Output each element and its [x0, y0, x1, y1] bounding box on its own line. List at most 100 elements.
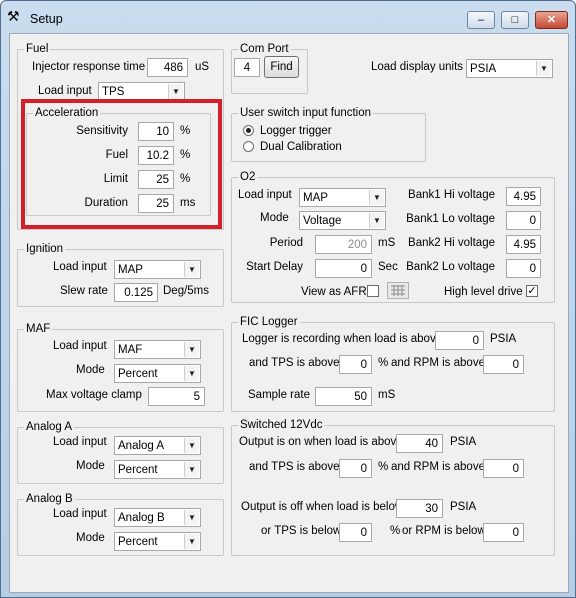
fuel-legend: Fuel [24, 42, 51, 56]
minimize-button[interactable]: – [467, 11, 495, 29]
period-input[interactable]: 200 [315, 235, 372, 254]
high-level-drive-label: High level drive [444, 286, 523, 298]
analog-a-load-input-select[interactable]: Analog A ▼ [114, 436, 201, 455]
fuel-load-input-value: TPS [102, 86, 125, 98]
bank1-lo-label: Bank1 Lo voltage [406, 213, 495, 225]
view-as-afr-label: View as AFR [301, 286, 367, 298]
sample-rate-label: Sample rate [248, 389, 311, 401]
period-label: Period [269, 237, 303, 249]
find-button[interactable]: Find [264, 56, 299, 78]
output-on-rpm-label: and RPM is above [391, 461, 485, 473]
logger-rpm-input[interactable]: 0 [483, 355, 524, 374]
slew-rate-unit: Deg/5ms [163, 285, 210, 297]
output-off-rpm-label: or RPM is below [402, 525, 486, 537]
period-unit: mS [378, 237, 396, 249]
ignition-load-input-value: MAP [118, 264, 143, 276]
chevron-down-icon: ▼ [184, 438, 199, 453]
analog-a-load-input-value: Analog A [118, 440, 165, 452]
logger-tps-label: and TPS is above [249, 357, 340, 369]
logger-recording-unit: PSIA [490, 333, 517, 345]
bank1-hi-input[interactable]: 4.95 [506, 187, 541, 206]
user-switch-legend: User switch input function [238, 106, 374, 120]
chevron-down-icon: ▼ [184, 262, 199, 277]
fic-logger-legend: FIC Logger [238, 315, 300, 329]
view-as-afr-checkbox[interactable] [367, 285, 379, 297]
o2-load-input-select[interactable]: MAP ▼ [299, 188, 386, 207]
logger-trigger-label: Logger trigger [260, 125, 332, 137]
sample-rate-input[interactable]: 50 [315, 387, 372, 406]
output-on-tps-input[interactable]: 0 [339, 459, 372, 478]
switched-12vdc-legend: Switched 12Vdc [238, 418, 325, 432]
analog-b-mode-select[interactable]: Percent ▼ [114, 532, 201, 551]
analog-b-mode-value: Percent [118, 536, 158, 548]
dual-calibration-radio[interactable] [243, 141, 254, 152]
maximize-button[interactable]: □ [501, 11, 529, 29]
maf-mode-select[interactable]: Percent ▼ [114, 364, 201, 383]
logger-trigger-radio[interactable] [243, 125, 254, 136]
output-on-rpm-input[interactable]: 0 [483, 459, 524, 478]
logger-tps-input[interactable]: 0 [339, 355, 372, 374]
bank2-lo-input[interactable]: 0 [506, 259, 541, 278]
tools-icon: ⚒ [7, 8, 20, 24]
setup-window: ⚒ Setup – □ ✕ Fuel Injector response tim… [0, 0, 576, 598]
analog-a-load-input-label: Load input [53, 436, 107, 448]
com-port-legend: Com Port [238, 42, 291, 56]
analog-a-mode-label: Mode [76, 460, 105, 472]
start-delay-input[interactable]: 0 [315, 259, 372, 278]
bank2-lo-label: Bank2 Lo voltage [406, 261, 495, 273]
maf-legend: MAF [24, 322, 53, 336]
injector-response-input[interactable]: 486 [147, 58, 188, 77]
bank1-lo-input[interactable]: 0 [506, 211, 541, 230]
analog-b-load-input-select[interactable]: Analog B ▼ [114, 508, 201, 527]
maf-load-input-value: MAF [118, 344, 143, 356]
fuel-load-input-label: Load input [38, 85, 92, 97]
analog-a-mode-value: Percent [118, 464, 158, 476]
dual-calibration-label: Dual Calibration [260, 141, 342, 153]
o2-mode-label: Mode [260, 212, 289, 224]
load-display-units-select[interactable]: PSIA ▼ [466, 59, 553, 78]
analog-b-legend: Analog B [24, 492, 75, 506]
max-voltage-clamp-label: Max voltage clamp [46, 389, 142, 401]
high-level-drive-checkbox[interactable]: ✓ [526, 285, 538, 297]
close-button[interactable]: ✕ [535, 11, 568, 29]
com-port-input[interactable]: 4 [234, 58, 260, 77]
output-off-input[interactable]: 30 [396, 499, 443, 518]
analog-b-load-input-label: Load input [53, 508, 107, 520]
injector-response-label: Injector response time [32, 61, 146, 73]
analog-a-mode-select[interactable]: Percent ▼ [114, 460, 201, 479]
ignition-load-input-label: Load input [53, 261, 107, 273]
analog-b-mode-label: Mode [76, 532, 105, 544]
logger-tps-unit: % [378, 357, 389, 369]
output-on-input[interactable]: 40 [396, 434, 443, 453]
o2-load-input-value: MAP [303, 192, 328, 204]
load-display-units-value: PSIA [470, 63, 497, 75]
o2-mode-value: Voltage [303, 215, 342, 227]
o2-mode-select[interactable]: Voltage ▼ [299, 211, 386, 230]
output-off-tps-label: or TPS is below [261, 525, 342, 537]
o2-load-input-label: Load input [238, 189, 292, 201]
bank1-hi-label: Bank1 Hi voltage [408, 189, 495, 201]
dialog-client-area: Fuel Injector response time 486 uS Load … [9, 33, 569, 593]
output-off-tps-input[interactable]: 0 [339, 523, 372, 542]
max-voltage-clamp-input[interactable]: 5 [148, 387, 205, 406]
slew-rate-input[interactable]: 0.125 [114, 283, 158, 302]
grid-table-icon[interactable] [387, 282, 409, 299]
chevron-down-icon: ▼ [184, 534, 199, 549]
output-off-rpm-input[interactable]: 0 [483, 523, 524, 542]
title-bar[interactable]: ⚒ Setup – □ ✕ [1, 1, 575, 31]
slew-rate-label: Slew rate [60, 285, 108, 297]
chevron-down-icon: ▼ [168, 84, 183, 99]
maf-load-input-select[interactable]: MAF ▼ [114, 340, 201, 359]
start-delay-label: Start Delay [246, 261, 303, 273]
maf-mode-label: Mode [76, 364, 105, 376]
chevron-down-icon: ▼ [184, 510, 199, 525]
ignition-load-input-select[interactable]: MAP ▼ [114, 260, 201, 279]
bank2-hi-input[interactable]: 4.95 [506, 235, 541, 254]
output-off-tps-unit: % [390, 525, 401, 537]
logger-recording-input[interactable]: 0 [435, 331, 484, 350]
logger-rpm-label: and RPM is above [391, 357, 485, 369]
chevron-down-icon: ▼ [536, 61, 551, 76]
output-on-tps-label: and TPS is above [249, 461, 340, 473]
sample-rate-unit: mS [378, 389, 396, 401]
window-title: Setup [30, 12, 63, 26]
